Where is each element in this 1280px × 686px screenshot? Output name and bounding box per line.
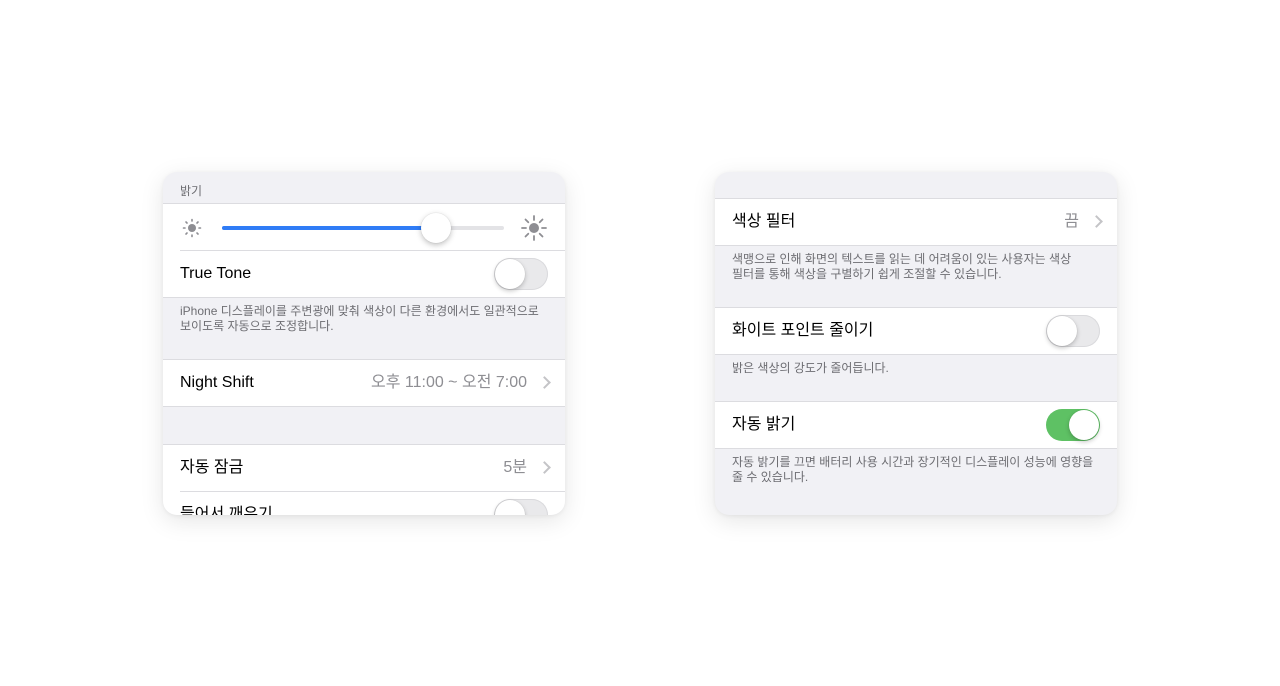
raise-to-wake-label: 들어서 깨우기 <box>180 506 273 515</box>
color-filters-footer-line-1: 색맹으로 인해 화면의 텍스트를 읽는 데 어려움이 있는 사용자는 색상 <box>732 252 1072 266</box>
true-tone-label: True Tone <box>180 265 252 282</box>
brightness-slider[interactable] <box>222 213 504 243</box>
auto-brightness-footer: 자동 밝기를 끄면 배터리 사용 시간과 장기적인 디스플레이 성능에 영향을 … <box>732 455 1101 485</box>
switch-knob <box>495 500 525 515</box>
brightness-slider-row <box>163 204 565 250</box>
switch-knob <box>1069 410 1099 440</box>
reduce-white-point-group: 화이트 포인트 줄이기 <box>715 307 1117 355</box>
sun-large-icon <box>521 215 547 241</box>
auto-brightness-footer-line-1: 자동 밝기를 끄면 배터리 사용 시간과 장기적인 디스플레이 성능에 영향을 <box>732 455 1094 469</box>
true-tone-footer-line-1: iPhone 디스플레이를 주변광에 맞춰 색상이 다른 환경에서도 일관적으로 <box>180 304 539 318</box>
switch-knob <box>1047 316 1077 346</box>
sun-small-icon <box>182 218 202 238</box>
true-tone-footer: iPhone 디스플레이를 주변광에 맞춰 색상이 다른 환경에서도 일관적으로… <box>180 304 549 334</box>
auto-brightness-group: 자동 밝기 <box>715 401 1117 449</box>
reduce-white-point-label: 화이트 포인트 줄이기 <box>732 322 874 339</box>
auto-brightness-row: 자동 밝기 <box>715 402 1117 448</box>
reduce-white-point-switch[interactable] <box>1046 315 1100 347</box>
chevron-right-icon <box>538 461 551 474</box>
brightness-group: True Tone <box>163 203 565 298</box>
color-filters-footer-line-2: 필터를 통해 색상을 구별하기 쉽게 조절할 수 있습니다. <box>732 267 1002 281</box>
chevron-right-icon <box>538 376 551 389</box>
night-shift-label: Night Shift <box>180 374 254 391</box>
true-tone-row: True Tone <box>163 251 565 297</box>
night-shift-row[interactable]: Night Shift 오후 11:00 ~ 오전 7:00 <box>163 360 565 406</box>
auto-lock-value: 5분 <box>503 459 527 476</box>
reduce-white-point-row: 화이트 포인트 줄이기 <box>715 308 1117 354</box>
color-filters-value: 끔 <box>1064 213 1079 230</box>
brightness-slider-fill <box>222 226 437 230</box>
lock-group: 자동 잠금 5분 들어서 깨우기 <box>163 444 565 515</box>
display-accommodations-panel: 색상 필터 끔 색맹으로 인해 화면의 텍스트를 읽는 데 어려움이 있는 사용… <box>715 172 1117 515</box>
brightness-slider-thumb[interactable] <box>421 213 452 243</box>
color-filters-row[interactable]: 색상 필터 끔 <box>715 199 1117 245</box>
raise-to-wake-switch[interactable] <box>494 499 548 515</box>
switch-knob <box>495 259 525 289</box>
display-brightness-panel: 밝기 True Tone iPhone 디스플레이를 주변광에 맞춰 색상이 다… <box>163 172 565 515</box>
auto-brightness-label: 자동 밝기 <box>732 416 796 433</box>
auto-lock-row[interactable]: 자동 잠금 5분 <box>163 445 565 491</box>
true-tone-switch[interactable] <box>494 258 548 290</box>
auto-lock-label: 자동 잠금 <box>180 459 244 476</box>
night-shift-group: Night Shift 오후 11:00 ~ 오전 7:00 <box>163 359 565 407</box>
color-filters-footer: 색맹으로 인해 화면의 텍스트를 읽는 데 어려움이 있는 사용자는 색상 필터… <box>732 252 1101 282</box>
color-filters-group: 색상 필터 끔 <box>715 198 1117 246</box>
auto-brightness-footer-line-2: 줄 수 있습니다. <box>732 470 809 484</box>
brightness-section-header: 밝기 <box>180 184 203 198</box>
raise-to-wake-row: 들어서 깨우기 <box>163 492 565 515</box>
color-filters-label: 색상 필터 <box>732 213 796 230</box>
auto-brightness-switch[interactable] <box>1046 409 1100 441</box>
reduce-white-point-footer: 밝은 색상의 강도가 줄어듭니다. <box>732 361 889 375</box>
chevron-right-icon <box>1090 215 1103 228</box>
night-shift-schedule: 오후 11:00 ~ 오전 7:00 <box>371 374 527 391</box>
true-tone-footer-line-2: 보이도록 자동으로 조정합니다. <box>180 319 334 333</box>
